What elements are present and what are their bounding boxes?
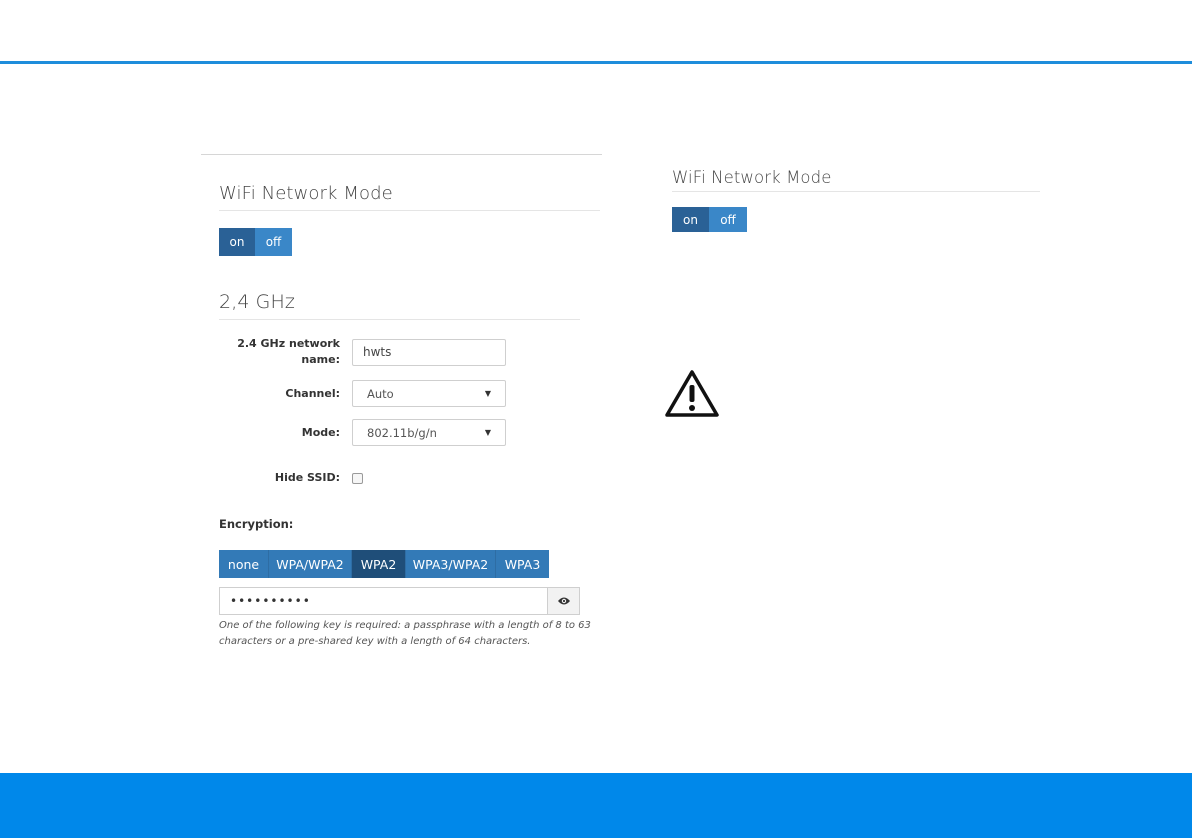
wifi-settings-panel: WiFi Network Mode on off 2,4 GHz (201, 154, 602, 320)
hide-ssid-row: Hide SSID: (219, 470, 363, 486)
encryption-wpa-wpa2-button[interactable]: WPA/WPA2 (269, 550, 352, 578)
network-name-label: 2.4 GHz network name: (237, 337, 340, 366)
eye-icon (557, 597, 570, 605)
wifi-mode-toggle-right: on off (672, 207, 747, 232)
band-heading: 2,4 GHz (219, 291, 580, 320)
chevron-down-icon: ▼ (484, 389, 491, 398)
wifi-mode-off-button[interactable]: off (255, 228, 292, 256)
mode-label: Mode: (301, 425, 340, 439)
header-rule (0, 61, 1192, 64)
encryption-key-input[interactable]: •••••••••• (219, 587, 547, 615)
help-line-2: characters or a pre-shared key with a le… (219, 636, 531, 647)
network-name-row: 2.4 GHz network name: hwts (219, 336, 506, 368)
show-password-button[interactable] (547, 587, 580, 615)
wifi-mode-toggle: on off (219, 228, 292, 256)
hide-ssid-checkbox[interactable] (352, 472, 363, 484)
channel-select[interactable]: Auto ▼ (352, 380, 506, 407)
encryption-none-button[interactable]: none (219, 550, 269, 578)
encryption-options: none WPA/WPA2 WPA2 WPA3/WPA2 WPA3 (219, 550, 549, 578)
wifi-mode-off-button-right[interactable]: off (709, 207, 747, 232)
encryption-wpa3-wpa2-button[interactable]: WPA3/WPA2 (406, 550, 496, 578)
network-name-input[interactable]: hwts (352, 338, 506, 366)
mode-select[interactable]: 802.11b/g/n ▼ (352, 419, 506, 446)
wifi-mode-example-panel: WiFi Network Mode (672, 168, 1040, 192)
encryption-key-field: •••••••••• (219, 587, 580, 615)
channel-label: Channel: (285, 386, 340, 400)
channel-select-value: Auto (367, 386, 394, 401)
chevron-down-icon: ▼ (484, 428, 491, 437)
hide-ssid-label: Hide SSID: (274, 471, 340, 484)
wifi-mode-on-button-right[interactable]: on (672, 207, 709, 232)
encryption-wpa3-button[interactable]: WPA3 (496, 550, 549, 578)
footer-band (0, 773, 1192, 838)
mode-select-value: 802.11b/g/n (367, 425, 437, 440)
mode-row: Mode: 802.11b/g/n ▼ (219, 419, 506, 446)
encryption-label: Encryption: (219, 517, 294, 531)
warning-triangle-icon (665, 370, 719, 417)
channel-row: Channel: Auto ▼ (219, 380, 506, 407)
help-line-1: One of the following key is required: a … (219, 620, 591, 631)
wifi-mode-on-button[interactable]: on (219, 228, 255, 256)
encryption-wpa2-button[interactable]: WPA2 (352, 550, 406, 578)
encryption-help-text: One of the following key is required: a … (219, 618, 599, 650)
wifi-mode-heading-right: WiFi Network Mode (672, 168, 1040, 192)
wifi-mode-heading: WiFi Network Mode (219, 183, 600, 211)
